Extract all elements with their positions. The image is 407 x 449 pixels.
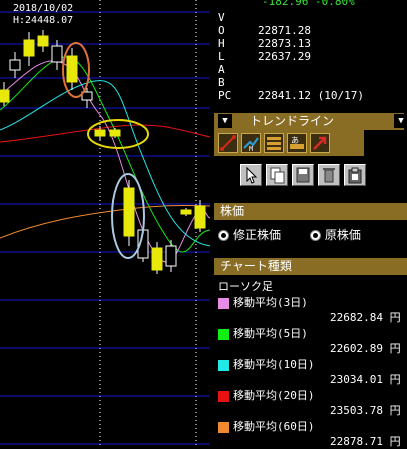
candlestick-label: ローソク足 xyxy=(218,280,273,293)
save-icon[interactable] xyxy=(292,164,314,186)
cursor-icon[interactable] xyxy=(240,164,262,186)
candle-body xyxy=(180,209,192,215)
moving-average-line xyxy=(0,56,210,253)
candle-body xyxy=(165,245,177,267)
candle-body xyxy=(51,45,63,63)
moving-average-line xyxy=(0,204,210,239)
color-swatch-icon xyxy=(218,297,229,309)
ohlc-value: 22637.29 xyxy=(258,50,311,63)
price-chart[interactable]: 2018/10/02 H:24448.07 xyxy=(0,0,210,448)
scroll-right-arrow-icon[interactable]: ▼ xyxy=(394,114,407,128)
candle-body xyxy=(109,129,121,137)
moving-average-value: 22878.71 円 xyxy=(330,435,401,448)
moving-average-line xyxy=(0,80,210,247)
candle-body xyxy=(0,89,10,103)
moving-average-value: 22682.84 円 xyxy=(330,311,401,324)
trendline-toolbar: Mあ xyxy=(214,130,364,156)
candle-body xyxy=(66,55,78,83)
candle-body xyxy=(123,187,135,237)
candle-body xyxy=(194,205,206,229)
moving-average-line xyxy=(0,60,210,263)
fibonacci-tool-icon[interactable]: M xyxy=(241,133,261,153)
svg-text:あ: あ xyxy=(291,136,299,145)
color-swatch-icon xyxy=(218,328,229,340)
moving-average-item[interactable]: 移動平均(60日) xyxy=(218,418,315,434)
trendline-header: ▼ トレンドライン ▼ xyxy=(214,113,407,130)
ohlc-row: H 22873.13 xyxy=(218,37,311,50)
moving-average-item[interactable]: 移動平均(5日) xyxy=(218,325,308,341)
chart-date-label: 2018/10/02 xyxy=(13,3,74,14)
raw-price-label: 原株価 xyxy=(324,228,361,242)
ohlc-key: L xyxy=(218,50,225,63)
ohlc-key: H xyxy=(218,37,225,50)
moving-average-value: 23503.78 円 xyxy=(330,404,401,417)
ohlc-row: V xyxy=(218,11,258,24)
candle-body xyxy=(9,59,21,71)
chart-canvas xyxy=(0,0,210,448)
moving-average-item[interactable]: 移動平均(10日) xyxy=(218,356,315,372)
collapse-arrow-icon[interactable]: ▼ xyxy=(218,114,232,128)
ohlc-value: 22841.12 (10/17) xyxy=(258,89,364,102)
moving-average-value: 23034.01 円 xyxy=(330,373,401,386)
moving-average-item[interactable]: 移動平均(20日) xyxy=(218,387,315,403)
color-swatch-icon xyxy=(218,390,229,402)
svg-text:M: M xyxy=(249,145,253,152)
moving-average-label: 移動平均(20日) xyxy=(233,389,315,402)
color-swatch-icon xyxy=(218,359,229,371)
radio-icon xyxy=(218,230,229,241)
price-section-header: 株価 xyxy=(214,203,407,220)
moving-average-item[interactable]: 移動平均(3日) xyxy=(218,294,308,310)
ohlc-row: A xyxy=(218,63,258,76)
ohlc-row: B xyxy=(218,76,258,89)
chart-type-header: チャート種類 xyxy=(214,258,407,275)
ohlc-row: L 22637.29 xyxy=(218,50,311,63)
ohlc-value: 22873.13 xyxy=(258,37,311,50)
trash-icon[interactable] xyxy=(318,164,340,186)
ohlc-key: B xyxy=(218,76,225,89)
ohlc-row: PC 22841.12 (10/17) xyxy=(218,89,364,102)
ohlc-value: 22871.28 xyxy=(258,24,311,37)
ohlc-key: V xyxy=(218,11,225,24)
copy-icon[interactable] xyxy=(266,164,288,186)
candle-body xyxy=(151,247,163,271)
text-tool-icon[interactable]: あ xyxy=(287,133,307,153)
ohlc-key: A xyxy=(218,63,225,76)
moving-average-label: 移動平均(60日) xyxy=(233,420,315,433)
adjusted-price-label: 修正株価 xyxy=(233,228,282,242)
channel-tool-icon[interactable] xyxy=(264,133,284,153)
moving-average-label: 移動平均(10日) xyxy=(233,358,315,371)
paste-icon[interactable] xyxy=(344,164,366,186)
price-type-options: 修正株価 原株価 xyxy=(218,226,361,243)
ohlc-key: PC xyxy=(218,89,232,102)
candle-body xyxy=(37,35,49,47)
chart-high-label: H:24448.07 xyxy=(13,15,74,26)
ohlc-key: O xyxy=(218,24,225,37)
candle-body xyxy=(23,39,35,57)
radio-icon xyxy=(309,230,321,241)
trendline-tool-icon[interactable] xyxy=(218,133,238,153)
ohlc-row: O 22871.28 xyxy=(218,24,311,37)
trendline-title: トレンドライン xyxy=(250,114,335,128)
raw-price-radio[interactable]: 原株価 xyxy=(309,228,361,242)
moving-average-label: 移動平均(3日) xyxy=(233,296,308,309)
candle-body xyxy=(94,129,106,137)
side-panel: -182.96 -0.80% V O 22871.28 H 22873.13 L 22637… xyxy=(210,0,407,448)
adjusted-price-radio[interactable]: 修正株価 xyxy=(218,228,281,242)
arrow-tool-icon[interactable] xyxy=(310,133,330,153)
moving-average-value: 22602.89 円 xyxy=(330,342,401,355)
price-change: -182.96 -0.80% xyxy=(262,0,355,8)
color-swatch-icon xyxy=(218,421,229,433)
moving-average-label: 移動平均(5日) xyxy=(233,327,308,340)
